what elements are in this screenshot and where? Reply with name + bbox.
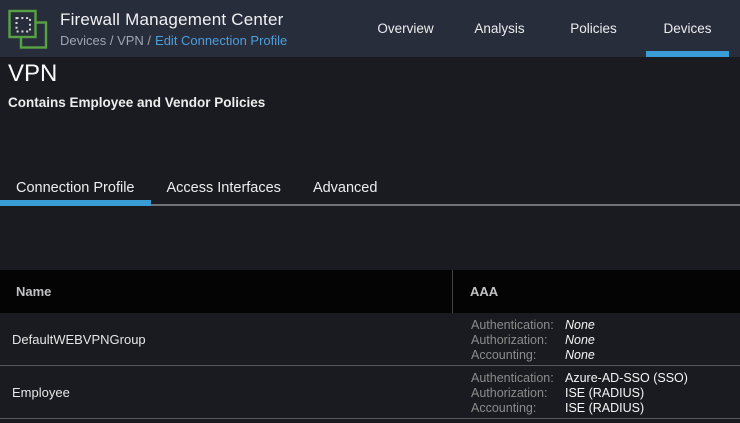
title-block: Firewall Management Center Devices / VPN…: [60, 10, 287, 48]
breadcrumb: Devices / VPN / Edit Connection Profile: [60, 33, 287, 48]
nav-item-devices[interactable]: Devices: [646, 0, 729, 57]
aaa-accounting-label: Accounting:: [471, 348, 537, 362]
aaa-authentication-label: Authentication:: [471, 371, 554, 385]
aaa-accounting-line: Accounting: None: [471, 348, 595, 363]
table-header-row: Name AAA: [0, 270, 740, 313]
aaa-authorization-line: Authorization: None: [471, 333, 595, 348]
table-row-employee[interactable]: Employee Authentication: Azure-AD-SSO (S…: [0, 366, 740, 419]
aaa-authentication-line: Authentication: None: [471, 318, 595, 333]
table-row-defaultwebvpngroup[interactable]: DefaultWEBVPNGroup Authentication: None …: [0, 313, 740, 366]
aaa-cell: Authentication: None Authorization: None…: [453, 313, 595, 365]
firewall-management-center-window: Firewall Management Center Devices / VPN…: [0, 0, 740, 423]
aaa-cell: Authentication: Azure-AD-SSO (SSO) Autho…: [453, 366, 688, 418]
aaa-accounting-line: Accounting: ISE (RADIUS): [471, 401, 688, 416]
column-header-aaa: AAA: [470, 284, 499, 299]
aaa-authorization-label: Authorization:: [471, 386, 548, 400]
secure-firewall-logo-icon: [8, 9, 48, 49]
breadcrumb-current-link[interactable]: Edit Connection Profile: [155, 33, 287, 48]
profile-name: DefaultWEBVPNGroup: [12, 331, 146, 347]
aaa-authorization-value: None: [565, 333, 595, 347]
nav-item-policies[interactable]: Policies: [552, 0, 635, 57]
aaa-authorization-value: ISE (RADIUS): [565, 386, 645, 400]
aaa-authentication-line: Authentication: Azure-AD-SSO (SSO): [471, 371, 688, 386]
column-header-name: Name: [0, 270, 453, 313]
connection-profiles-table: Name AAA DefaultWEBVPNGroup Authenticati…: [0, 270, 740, 419]
top-navigation: Overview Analysis Policies Devices: [364, 0, 740, 57]
aaa-authentication-value: None: [565, 318, 595, 332]
aaa-authorization-line: Authorization: ISE (RADIUS): [471, 386, 688, 401]
page-heading-section: VPN Contains Employee and Vendor Policie…: [0, 60, 740, 111]
aaa-accounting-value: ISE (RADIUS): [565, 401, 645, 415]
tab-advanced[interactable]: Advanced: [297, 172, 394, 204]
tab-access-interfaces[interactable]: Access Interfaces: [151, 172, 297, 204]
aaa-authorization-label: Authorization:: [471, 333, 548, 347]
breadcrumb-path[interactable]: Devices / VPN /: [60, 33, 151, 48]
page-title: VPN: [8, 60, 58, 87]
profile-tabs-bar: Connection Profile Access Interfaces Adv…: [0, 172, 740, 206]
tab-connection-profile[interactable]: Connection Profile: [0, 172, 151, 206]
aaa-authentication-label: Authentication:: [471, 318, 554, 332]
page-subtitle: Contains Employee and Vendor Policies: [8, 95, 266, 110]
nav-item-overview[interactable]: Overview: [364, 0, 447, 57]
profile-name: Employee: [12, 384, 70, 400]
aaa-accounting-value: None: [565, 348, 595, 362]
app-title: Firewall Management Center: [60, 9, 284, 29]
top-header-bar: Firewall Management Center Devices / VPN…: [0, 0, 740, 57]
aaa-accounting-label: Accounting:: [471, 401, 537, 415]
nav-item-analysis[interactable]: Analysis: [458, 0, 541, 57]
aaa-authentication-value: Azure-AD-SSO (SSO): [565, 371, 688, 385]
